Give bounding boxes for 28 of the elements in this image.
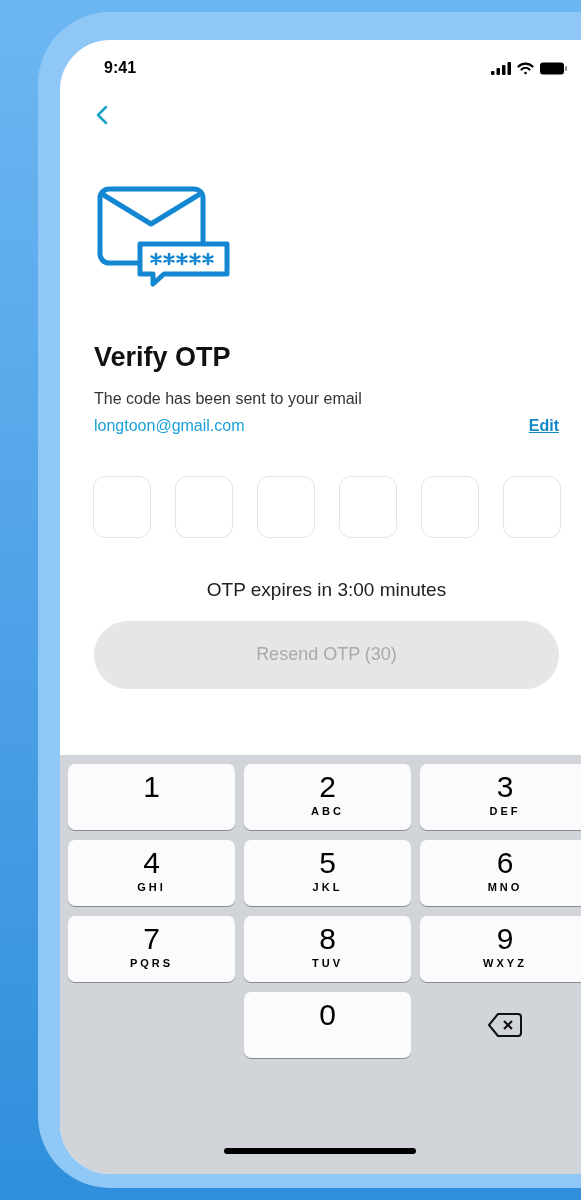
chevron-left-icon: [96, 105, 108, 125]
envelope-password-icon: [97, 186, 231, 290]
expiry-text: OTP expires in 3:00 minutes: [205, 578, 448, 602]
backspace-icon: [488, 1011, 522, 1038]
keypad-key[interactable]: 7 PQRS: [68, 915, 235, 982]
otp-digit-field[interactable]: [503, 476, 561, 538]
keypad-key[interactable]: 6 MNO: [420, 839, 581, 906]
status-time: 9:41: [104, 58, 137, 78]
keypad-key[interactable]: 5 JKL: [244, 839, 411, 906]
keypad-key[interactable]: 3 DEF: [420, 763, 581, 830]
email-text: longtoon@gmail.com: [94, 416, 245, 436]
keypad-key[interactable]: 4 GHI: [68, 839, 235, 906]
otp-digit-field[interactable]: [339, 476, 397, 538]
keypad-key[interactable]: 2 ABC: [244, 763, 411, 830]
keypad-key[interactable]: 0: [244, 991, 411, 1058]
signal-icon: [491, 61, 511, 75]
otp-digit-field[interactable]: [93, 476, 151, 538]
page-title: Verify OTP: [93, 341, 232, 374]
battery-icon: [540, 61, 567, 75]
edit-link[interactable]: Edit: [528, 414, 559, 438]
otp-digit-field[interactable]: [257, 476, 315, 538]
keypad-key[interactable]: 1: [68, 763, 235, 830]
subtitle-text: The code has been sent to your email: [93, 389, 363, 409]
otp-digit-field[interactable]: [421, 476, 479, 538]
wifi-icon: [517, 61, 534, 75]
keypad-key[interactable]: 8 TUV: [244, 915, 411, 982]
keypad-key[interactable]: 9 WXYZ: [420, 915, 581, 982]
otp-digit-field[interactable]: [175, 476, 233, 538]
